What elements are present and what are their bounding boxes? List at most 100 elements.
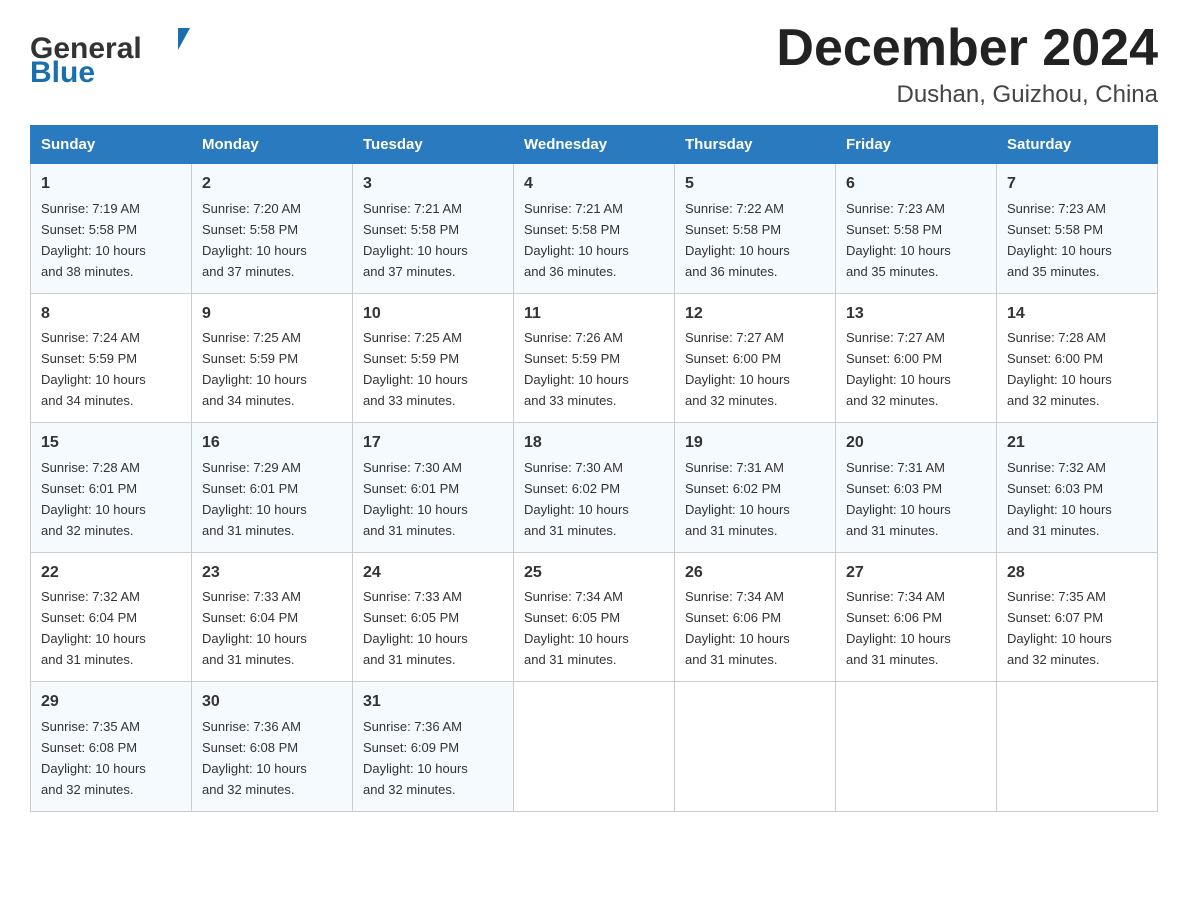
day-info: Sunrise: 7:33 AMSunset: 6:05 PMDaylight:… (363, 589, 468, 667)
calendar-cell: 1 Sunrise: 7:19 AMSunset: 5:58 PMDayligh… (31, 164, 192, 293)
day-number: 12 (685, 302, 825, 327)
day-info: Sunrise: 7:25 AMSunset: 5:59 PMDaylight:… (202, 330, 307, 408)
day-number: 8 (41, 302, 181, 327)
day-info: Sunrise: 7:33 AMSunset: 6:04 PMDaylight:… (202, 589, 307, 667)
calendar-cell: 23 Sunrise: 7:33 AMSunset: 6:04 PMDaylig… (192, 552, 353, 681)
day-info: Sunrise: 7:27 AMSunset: 6:00 PMDaylight:… (846, 330, 951, 408)
day-number: 13 (846, 302, 986, 327)
day-number: 10 (363, 302, 503, 327)
calendar-cell: 27 Sunrise: 7:34 AMSunset: 6:06 PMDaylig… (836, 552, 997, 681)
day-number: 18 (524, 431, 664, 456)
day-info: Sunrise: 7:36 AMSunset: 6:08 PMDaylight:… (202, 719, 307, 797)
calendar-cell: 8 Sunrise: 7:24 AMSunset: 5:59 PMDayligh… (31, 293, 192, 422)
calendar-cell: 25 Sunrise: 7:34 AMSunset: 6:05 PMDaylig… (514, 552, 675, 681)
calendar-cell: 26 Sunrise: 7:34 AMSunset: 6:06 PMDaylig… (675, 552, 836, 681)
col-thursday: Thursday (675, 126, 836, 164)
calendar-cell: 4 Sunrise: 7:21 AMSunset: 5:58 PMDayligh… (514, 164, 675, 293)
calendar-cell: 14 Sunrise: 7:28 AMSunset: 6:00 PMDaylig… (997, 293, 1158, 422)
calendar-cell: 22 Sunrise: 7:32 AMSunset: 6:04 PMDaylig… (31, 552, 192, 681)
calendar-cell (836, 682, 997, 811)
day-info: Sunrise: 7:25 AMSunset: 5:59 PMDaylight:… (363, 330, 468, 408)
calendar-cell: 18 Sunrise: 7:30 AMSunset: 6:02 PMDaylig… (514, 423, 675, 552)
day-number: 27 (846, 561, 986, 586)
day-info: Sunrise: 7:21 AMSunset: 5:58 PMDaylight:… (363, 201, 468, 279)
day-number: 16 (202, 431, 342, 456)
day-number: 30 (202, 690, 342, 715)
day-info: Sunrise: 7:19 AMSunset: 5:58 PMDaylight:… (41, 201, 146, 279)
day-info: Sunrise: 7:36 AMSunset: 6:09 PMDaylight:… (363, 719, 468, 797)
day-info: Sunrise: 7:30 AMSunset: 6:01 PMDaylight:… (363, 460, 468, 538)
day-info: Sunrise: 7:23 AMSunset: 5:58 PMDaylight:… (846, 201, 951, 279)
calendar-cell: 29 Sunrise: 7:35 AMSunset: 6:08 PMDaylig… (31, 682, 192, 811)
calendar-cell: 9 Sunrise: 7:25 AMSunset: 5:59 PMDayligh… (192, 293, 353, 422)
calendar-table: Sunday Monday Tuesday Wednesday Thursday… (30, 125, 1158, 811)
logo-svg: General Blue (30, 20, 210, 90)
day-info: Sunrise: 7:31 AMSunset: 6:02 PMDaylight:… (685, 460, 790, 538)
calendar-cell: 30 Sunrise: 7:36 AMSunset: 6:08 PMDaylig… (192, 682, 353, 811)
month-title: December 2024 (776, 20, 1158, 77)
location-title: Dushan, Guizhou, China (776, 81, 1158, 109)
calendar-cell: 17 Sunrise: 7:30 AMSunset: 6:01 PMDaylig… (353, 423, 514, 552)
day-number: 9 (202, 302, 342, 327)
calendar-cell: 6 Sunrise: 7:23 AMSunset: 5:58 PMDayligh… (836, 164, 997, 293)
logo: General Blue (30, 20, 210, 90)
day-number: 6 (846, 172, 986, 197)
calendar-cell: 20 Sunrise: 7:31 AMSunset: 6:03 PMDaylig… (836, 423, 997, 552)
calendar-cell: 7 Sunrise: 7:23 AMSunset: 5:58 PMDayligh… (997, 164, 1158, 293)
calendar-cell: 15 Sunrise: 7:28 AMSunset: 6:01 PMDaylig… (31, 423, 192, 552)
col-friday: Friday (836, 126, 997, 164)
day-info: Sunrise: 7:23 AMSunset: 5:58 PMDaylight:… (1007, 201, 1112, 279)
calendar-cell: 11 Sunrise: 7:26 AMSunset: 5:59 PMDaylig… (514, 293, 675, 422)
calendar-week-row: 22 Sunrise: 7:32 AMSunset: 6:04 PMDaylig… (31, 552, 1158, 681)
svg-text:Blue: Blue (30, 56, 95, 89)
col-wednesday: Wednesday (514, 126, 675, 164)
calendar-week-row: 15 Sunrise: 7:28 AMSunset: 6:01 PMDaylig… (31, 423, 1158, 552)
day-number: 22 (41, 561, 181, 586)
day-number: 24 (363, 561, 503, 586)
col-tuesday: Tuesday (353, 126, 514, 164)
day-number: 31 (363, 690, 503, 715)
day-info: Sunrise: 7:34 AMSunset: 6:06 PMDaylight:… (685, 589, 790, 667)
calendar-cell (675, 682, 836, 811)
col-sunday: Sunday (31, 126, 192, 164)
day-number: 1 (41, 172, 181, 197)
day-info: Sunrise: 7:28 AMSunset: 6:01 PMDaylight:… (41, 460, 146, 538)
col-saturday: Saturday (997, 126, 1158, 164)
day-info: Sunrise: 7:35 AMSunset: 6:08 PMDaylight:… (41, 719, 146, 797)
day-number: 15 (41, 431, 181, 456)
calendar-week-row: 8 Sunrise: 7:24 AMSunset: 5:59 PMDayligh… (31, 293, 1158, 422)
day-info: Sunrise: 7:26 AMSunset: 5:59 PMDaylight:… (524, 330, 629, 408)
day-info: Sunrise: 7:32 AMSunset: 6:04 PMDaylight:… (41, 589, 146, 667)
day-info: Sunrise: 7:21 AMSunset: 5:58 PMDaylight:… (524, 201, 629, 279)
col-monday: Monday (192, 126, 353, 164)
day-number: 2 (202, 172, 342, 197)
calendar-cell: 10 Sunrise: 7:25 AMSunset: 5:59 PMDaylig… (353, 293, 514, 422)
day-info: Sunrise: 7:28 AMSunset: 6:00 PMDaylight:… (1007, 330, 1112, 408)
calendar-cell: 3 Sunrise: 7:21 AMSunset: 5:58 PMDayligh… (353, 164, 514, 293)
day-number: 19 (685, 431, 825, 456)
day-info: Sunrise: 7:31 AMSunset: 6:03 PMDaylight:… (846, 460, 951, 538)
calendar-cell: 13 Sunrise: 7:27 AMSunset: 6:00 PMDaylig… (836, 293, 997, 422)
day-info: Sunrise: 7:22 AMSunset: 5:58 PMDaylight:… (685, 201, 790, 279)
day-number: 21 (1007, 431, 1147, 456)
title-block: December 2024 Dushan, Guizhou, China (776, 20, 1158, 109)
day-number: 4 (524, 172, 664, 197)
calendar-cell (514, 682, 675, 811)
calendar-cell (997, 682, 1158, 811)
day-info: Sunrise: 7:29 AMSunset: 6:01 PMDaylight:… (202, 460, 307, 538)
day-number: 25 (524, 561, 664, 586)
calendar-cell: 31 Sunrise: 7:36 AMSunset: 6:09 PMDaylig… (353, 682, 514, 811)
page-header: General Blue December 2024 Dushan, Guizh… (30, 20, 1158, 109)
day-info: Sunrise: 7:32 AMSunset: 6:03 PMDaylight:… (1007, 460, 1112, 538)
calendar-cell: 19 Sunrise: 7:31 AMSunset: 6:02 PMDaylig… (675, 423, 836, 552)
day-info: Sunrise: 7:35 AMSunset: 6:07 PMDaylight:… (1007, 589, 1112, 667)
calendar-week-row: 1 Sunrise: 7:19 AMSunset: 5:58 PMDayligh… (31, 164, 1158, 293)
calendar-cell: 12 Sunrise: 7:27 AMSunset: 6:00 PMDaylig… (675, 293, 836, 422)
day-info: Sunrise: 7:24 AMSunset: 5:59 PMDaylight:… (41, 330, 146, 408)
day-number: 17 (363, 431, 503, 456)
day-number: 3 (363, 172, 503, 197)
day-number: 20 (846, 431, 986, 456)
calendar-cell: 24 Sunrise: 7:33 AMSunset: 6:05 PMDaylig… (353, 552, 514, 681)
day-number: 28 (1007, 561, 1147, 586)
calendar-cell: 5 Sunrise: 7:22 AMSunset: 5:58 PMDayligh… (675, 164, 836, 293)
